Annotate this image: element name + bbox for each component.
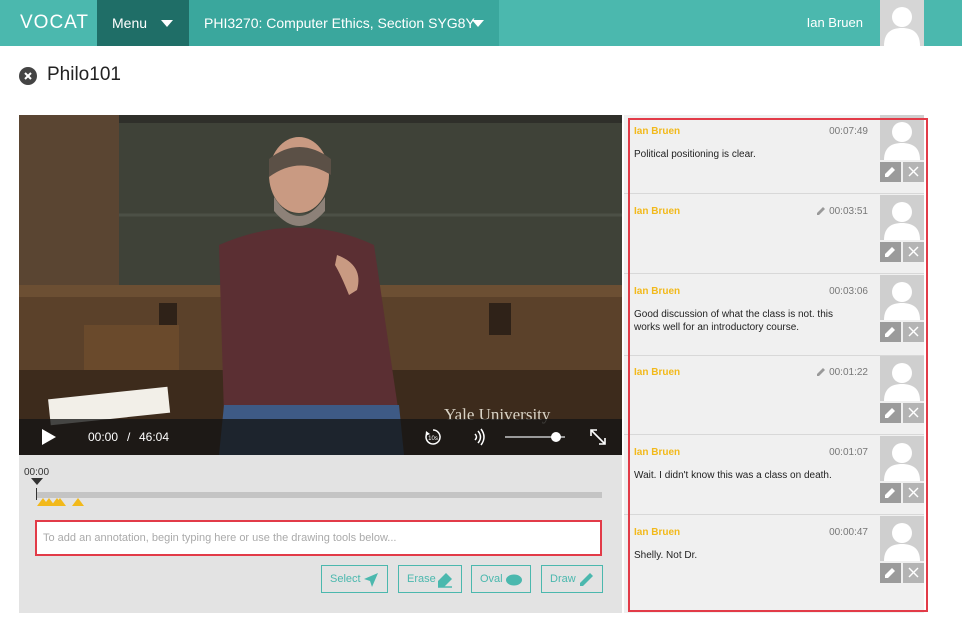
select-tool-label: Select [330,573,361,585]
avatar [880,275,924,320]
edited-pencil-icon [817,368,825,376]
comment-text: Good discussion of what the class is not… [634,309,833,333]
comment-author[interactable]: Ian Bruen [634,367,680,378]
course-selector[interactable]: PHI3270: Computer Ethics, Section SYG8Y [189,0,499,46]
annotation-input[interactable] [35,520,602,556]
current-time: 00:00 [88,430,119,444]
avatar [880,195,924,240]
oval-tool-label: Oval [480,573,503,585]
select-arrow-icon [364,573,378,587]
delete-icon[interactable] [903,403,924,423]
video-controls: 00:00 / 46:04 10s [19,419,622,455]
edit-icon[interactable] [880,563,901,583]
oval-tool-button[interactable]: Oval [471,565,531,593]
chevron-down-icon [472,20,484,27]
comment-text: Political positioning is clear. [634,149,756,160]
comment-text: Wait. I didn't know this was a class on … [634,470,832,481]
comment-timestamp[interactable]: 00:07:49 [829,126,868,137]
comment-author[interactable]: Ian Bruen [634,126,680,137]
comment-timestamp[interactable]: 00:00:47 [829,527,868,538]
video-player[interactable]: Yale University [19,115,622,455]
comment-item[interactable]: Ian Bruen 00:07:49 Political positioning… [624,115,924,194]
edit-icon[interactable] [880,162,901,182]
volume-slider[interactable] [505,432,565,442]
course-label: PHI3270: Computer Ethics, Section SYG8Y [204,15,475,31]
edit-icon[interactable] [880,322,901,342]
avatar [880,516,924,561]
close-icon[interactable] [19,67,37,85]
delete-icon[interactable] [903,563,924,583]
user-name[interactable]: Ian Bruen [807,0,863,46]
delete-icon[interactable] [903,162,924,182]
volume-knob[interactable] [551,432,561,442]
draw-tool-button[interactable]: Draw [541,565,603,593]
fullscreen-icon[interactable] [589,428,607,446]
avatar-silhouette-icon [884,7,920,46]
delete-icon[interactable] [903,483,924,503]
top-nav-bar: VOCAT Menu PHI3270: Computer Ethics, Sec… [0,0,962,46]
page-title: Philo101 [47,64,121,85]
vocat-logo[interactable]: VOCAT [20,0,89,46]
comment-item[interactable]: Ian Bruen 00:03:51 [624,195,924,274]
avatar [880,436,924,481]
playhead-marker-icon[interactable] [31,478,43,485]
play-icon[interactable] [41,429,57,445]
menu-label: Menu [112,15,148,31]
menu-button[interactable]: Menu [97,0,189,46]
comment-author[interactable]: Ian Bruen [634,447,680,458]
annotation-marker[interactable] [71,498,84,506]
comment-item[interactable]: Ian Bruen 00:01:22 [624,356,924,435]
timeline-marker-time: 00:00 [24,467,50,478]
video-frame: Yale University [19,115,622,455]
edit-icon[interactable] [880,403,901,423]
select-tool-button[interactable]: Select [321,565,388,593]
volume-icon[interactable] [472,428,488,446]
draw-tool-label: Draw [550,573,576,585]
erase-tool-label: Erase [407,573,436,585]
comment-author[interactable]: Ian Bruen [634,286,680,297]
duration: 46:04 [139,430,170,444]
pencil-icon [580,573,593,586]
replay-label: 10s [428,436,438,442]
comment-item[interactable]: Ian Bruen 00:03:06 Good discussion of wh… [624,275,924,356]
delete-icon[interactable] [903,322,924,342]
annotation-marker[interactable] [53,498,66,506]
comment-author[interactable]: Ian Bruen [634,206,680,217]
avatar [880,356,924,401]
avatar [880,115,924,160]
edit-icon[interactable] [880,242,901,262]
edited-pencil-icon [817,207,825,215]
comment-item[interactable]: Ian Bruen 00:01:07 Wait. I didn't know t… [624,436,924,515]
delete-icon[interactable] [903,242,924,262]
comment-timestamp[interactable]: 00:01:22 [829,367,868,378]
edit-icon[interactable] [880,483,901,503]
timeline-track[interactable] [36,488,602,506]
comment-timestamp[interactable]: 00:03:06 [829,286,868,297]
oval-icon [506,574,522,586]
replay-10-icon[interactable]: 10s [424,428,442,446]
comment-text: Shelly. Not Dr. [634,550,698,561]
comment-author[interactable]: Ian Bruen [634,527,680,538]
comment-timestamp[interactable]: 00:01:07 [829,447,868,458]
time-separator: / [127,430,131,444]
chevron-down-icon [161,20,173,27]
user-avatar[interactable] [880,0,924,46]
comment-item[interactable]: Ian Bruen 00:00:47 Shelly. Not Dr. [624,516,924,595]
erase-tool-button[interactable]: Erase [398,565,462,593]
comment-timestamp[interactable]: 00:03:51 [829,206,868,217]
eraser-icon [438,573,452,588]
